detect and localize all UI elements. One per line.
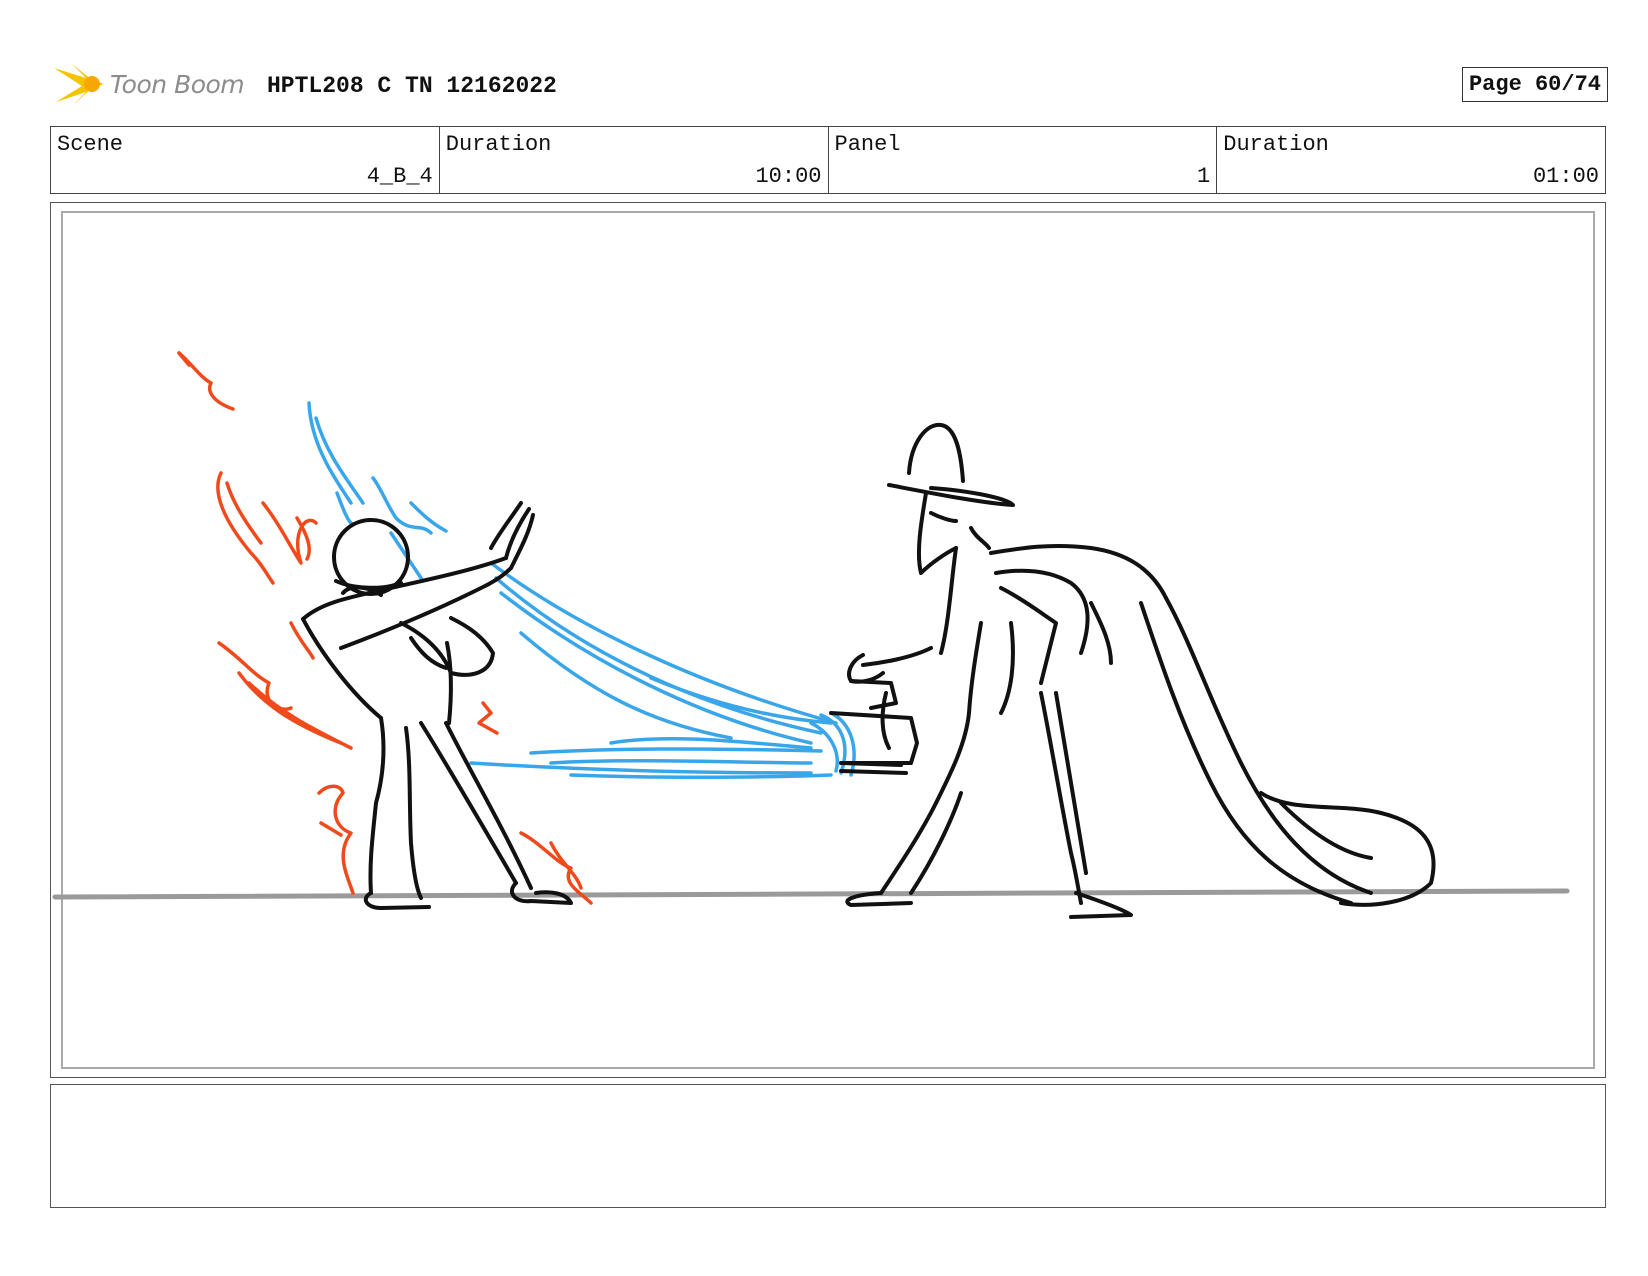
- page-number: Page 60/74: [1461, 67, 1608, 102]
- scene-cell: Scene 4_B_4: [51, 127, 440, 193]
- storyboard-panel: [50, 202, 1606, 1078]
- panel-cell: Panel 1: [829, 127, 1218, 193]
- page-header: Toon Boom HPTL208 C TN 12162022 Page 60/…: [52, 58, 1608, 112]
- hat-brim: [887, 483, 1015, 507]
- scene-duration-value: 10:00: [755, 164, 822, 189]
- scene-label: Scene: [57, 132, 124, 157]
- logo-burst-icon: [54, 64, 104, 106]
- panel-label: Panel: [834, 132, 901, 157]
- fire-strokes: [177, 351, 593, 905]
- scene-info-row: Scene 4_B_4 Duration 10:00 Panel 1 Durat…: [50, 126, 1606, 194]
- ground-line: [52, 888, 1570, 900]
- logo-text: Toon Boom: [110, 70, 245, 99]
- right-character: [829, 422, 1436, 919]
- panel-duration-value: 01:00: [1532, 164, 1599, 189]
- hat-dome: [907, 422, 965, 483]
- panel-notes-box: [50, 1084, 1606, 1208]
- scene-value: 4_B_4: [366, 164, 433, 189]
- panel-duration-cell: Duration 01:00: [1217, 127, 1605, 193]
- toon-boom-logo: Toon Boom: [52, 58, 252, 112]
- document-title: HPTL208 C TN 12162022: [267, 73, 557, 99]
- scene-duration-cell: Duration 10:00: [440, 127, 829, 193]
- scene-duration-label: Duration: [445, 132, 552, 157]
- panel-sketch: [52, 351, 1570, 919]
- panel-value: 1: [1197, 164, 1211, 189]
- panel-duration-label: Duration: [1223, 132, 1329, 157]
